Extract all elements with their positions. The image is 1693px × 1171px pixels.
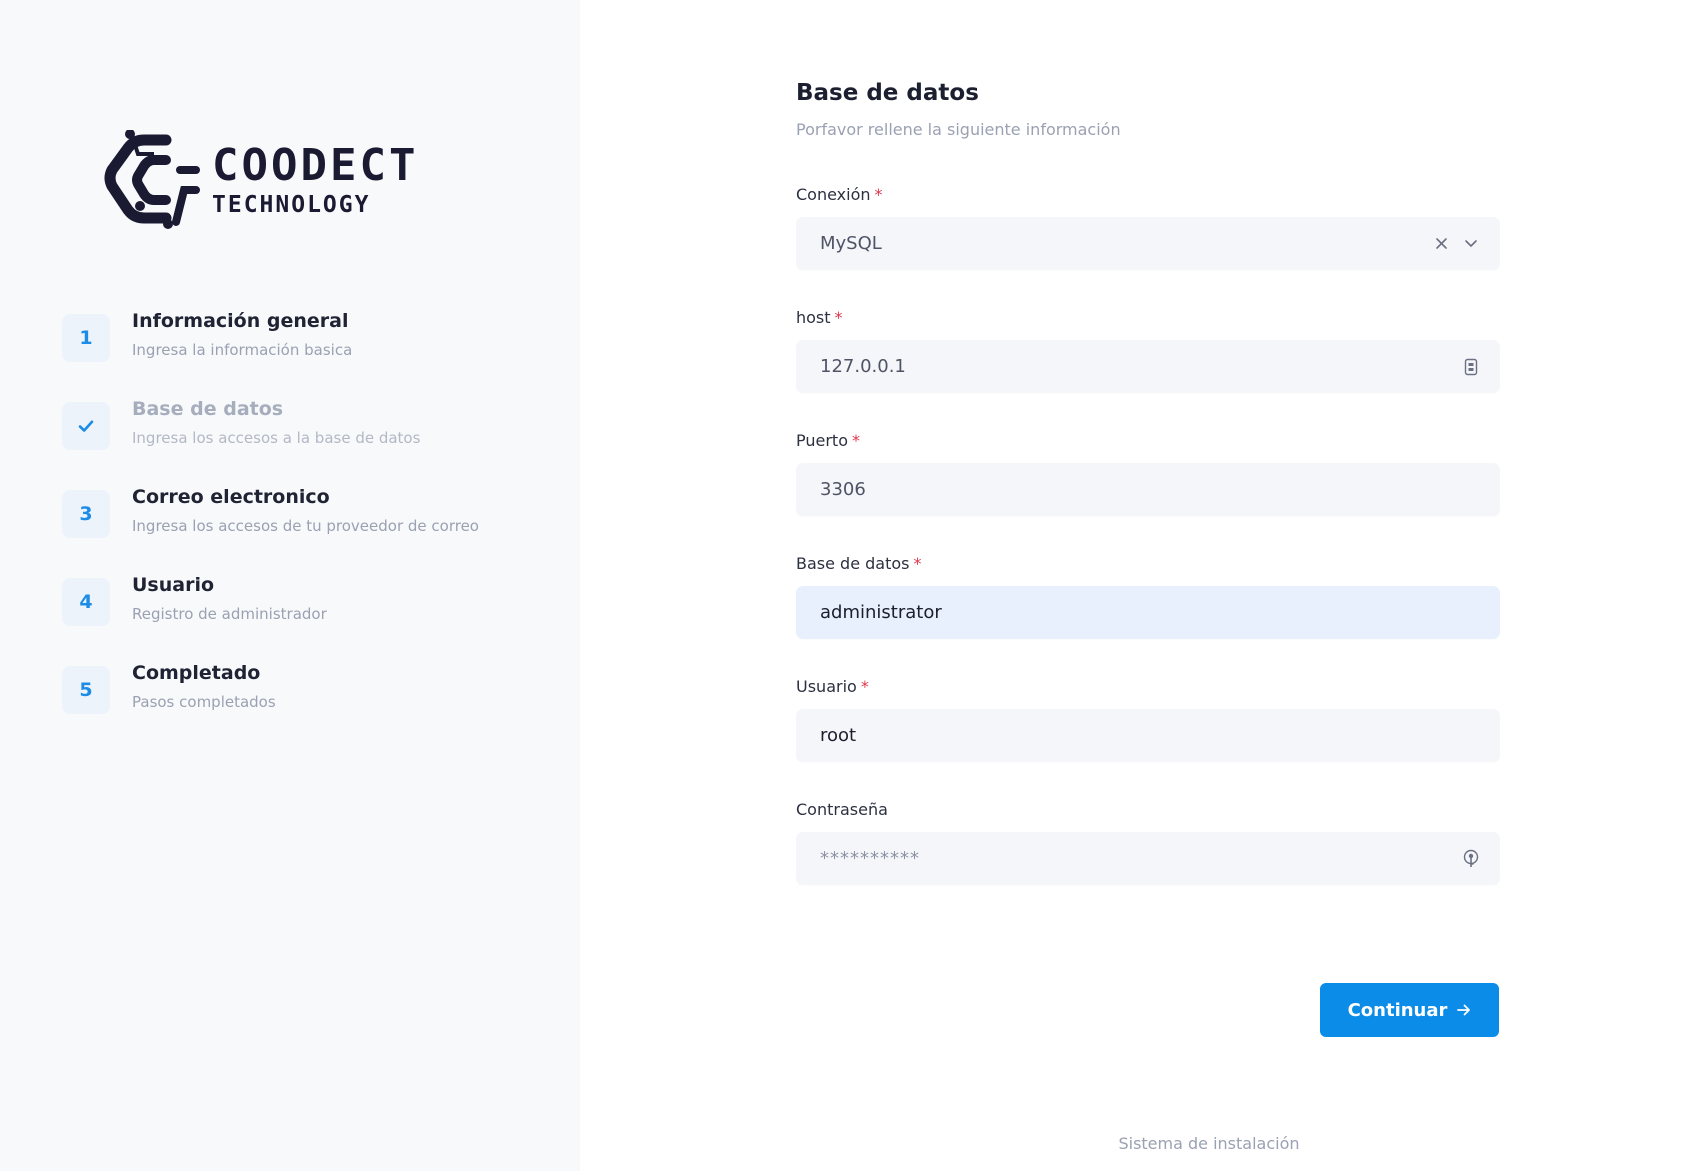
password-label: Contraseña — [796, 800, 888, 819]
database-form: Base de datos Porfavor rellene la siguie… — [796, 80, 1500, 885]
connection-value: MySQL — [820, 233, 882, 254]
user-label: Usuario * — [796, 677, 869, 696]
step-general-info[interactable]: 1 Información general Ingresa la informa… — [62, 310, 479, 398]
sidebar: COODECT TECHNOLOGY 1 Información general… — [0, 0, 580, 1171]
required-mark: * — [874, 185, 883, 204]
step-title: Completado — [132, 662, 261, 684]
port-value: 3306 — [820, 479, 866, 500]
step-title: Información general — [132, 310, 349, 332]
step-description: Ingresa los accesos a la base de datos — [132, 429, 421, 447]
step-user[interactable]: 4 Usuario Registro de administrador — [62, 574, 479, 662]
step-number-badge: 4 — [62, 578, 110, 626]
brand-name: COODECT — [212, 139, 419, 191]
form-subtitle: Porfavor rellene la siguiente informació… — [796, 120, 1121, 139]
required-mark: * — [834, 308, 843, 327]
step-description: Pasos completados — [132, 693, 276, 711]
footer-text: Sistema de instalación — [1118, 1134, 1300, 1153]
brand-logo: COODECT TECHNOLOGY — [104, 130, 418, 230]
continue-button[interactable]: Continuar — [1320, 983, 1499, 1037]
password-field: Contraseña ********** — [796, 800, 1500, 885]
step-number-badge: 1 — [62, 314, 110, 362]
step-check-badge — [62, 402, 110, 450]
brand-tagline: TECHNOLOGY — [212, 191, 371, 218]
wizard-steps: 1 Información general Ingresa la informa… — [62, 310, 479, 750]
port-field: Puerto * 3306 — [796, 431, 1500, 516]
step-database[interactable]: Base de datos Ingresa los accesos a la b… — [62, 398, 479, 486]
user-input[interactable]: root — [796, 709, 1500, 762]
step-completed[interactable]: 5 Completado Pasos completados — [62, 662, 479, 750]
user-value: root — [820, 725, 857, 746]
step-description: Ingresa los accesos de tu proveedor de c… — [132, 517, 479, 535]
step-title: Usuario — [132, 574, 215, 596]
step-description: Registro de administrador — [132, 605, 327, 623]
password-input[interactable]: ********** — [796, 832, 1500, 885]
server-icon — [1460, 356, 1482, 378]
password-value: ********** — [820, 848, 920, 869]
connection-field: Conexión * MySQL — [796, 185, 1500, 270]
step-number-badge: 5 — [62, 666, 110, 714]
required-mark: * — [852, 431, 860, 450]
coodect-logo-icon — [104, 130, 200, 229]
chevron-down-icon[interactable] — [1460, 233, 1482, 255]
step-email[interactable]: 3 Correo electronico Ingresa los accesos… — [62, 486, 479, 574]
step-title: Base de datos — [132, 398, 284, 420]
connection-label: Conexión * — [796, 185, 883, 204]
form-title: Base de datos — [796, 80, 979, 106]
step-number-badge: 3 — [62, 490, 110, 538]
key-icon[interactable] — [1460, 848, 1482, 870]
host-value: 127.0.0.1 — [820, 356, 906, 377]
database-field: Base de datos * administrator — [796, 554, 1500, 639]
database-input[interactable]: administrator — [796, 586, 1500, 639]
continue-label: Continuar — [1347, 999, 1448, 1021]
user-field: Usuario * root — [796, 677, 1500, 762]
database-value: administrator — [820, 602, 942, 623]
host-field: host * 127.0.0.1 — [796, 308, 1500, 393]
connection-select[interactable]: MySQL — [796, 217, 1500, 270]
database-label: Base de datos * — [796, 554, 922, 573]
host-label: host * — [796, 308, 843, 327]
required-mark: * — [860, 677, 869, 696]
main-panel: Base de datos Porfavor rellene la siguie… — [580, 0, 1693, 1171]
arrow-right-icon — [1457, 1004, 1471, 1016]
host-input[interactable]: 127.0.0.1 — [796, 340, 1500, 393]
port-input[interactable]: 3306 — [796, 463, 1500, 516]
check-icon — [78, 420, 94, 432]
port-label: Puerto * — [796, 431, 860, 450]
clear-icon[interactable] — [1430, 233, 1452, 255]
step-description: Ingresa la información basica — [132, 341, 353, 359]
required-mark: * — [913, 554, 922, 573]
step-title: Correo electronico — [132, 486, 330, 508]
